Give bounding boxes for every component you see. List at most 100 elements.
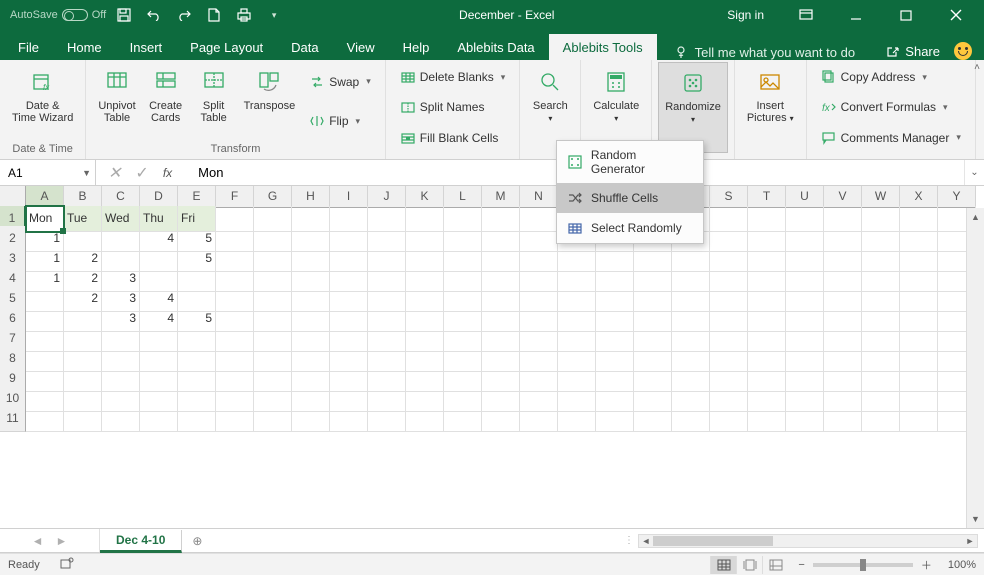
tell-me-search[interactable]: Tell me what you want to do: [675, 45, 855, 60]
cell[interactable]: [482, 406, 520, 432]
close-icon[interactable]: [934, 0, 978, 30]
col-header[interactable]: G: [254, 186, 292, 208]
col-header[interactable]: H: [292, 186, 330, 208]
transpose-button[interactable]: Transpose: [238, 62, 302, 141]
cell[interactable]: [558, 406, 596, 432]
qat-customize-icon[interactable]: ▾: [262, 3, 286, 27]
sign-in-link[interactable]: Sign in: [727, 8, 764, 22]
minimize-icon[interactable]: [834, 0, 878, 30]
cell[interactable]: [26, 406, 64, 432]
col-header[interactable]: Y: [938, 186, 976, 208]
dropdown-shuffle[interactable]: Shuffle Cells: [557, 183, 703, 213]
sheet-nav-next-icon[interactable]: ►: [56, 534, 68, 548]
swap-button[interactable]: Swap: [305, 72, 375, 92]
save-icon[interactable]: [112, 3, 136, 27]
col-header[interactable]: U: [786, 186, 824, 208]
col-header[interactable]: F: [216, 186, 254, 208]
share-button[interactable]: Share: [886, 44, 940, 59]
cell[interactable]: [748, 406, 786, 432]
tab-file[interactable]: File: [4, 34, 53, 60]
cell[interactable]: [330, 406, 368, 432]
col-header[interactable]: M: [482, 186, 520, 208]
col-header[interactable]: B: [64, 186, 102, 208]
fx-icon[interactable]: fx: [163, 166, 172, 180]
cell[interactable]: [254, 406, 292, 432]
cell[interactable]: [178, 406, 216, 432]
scroll-down-icon[interactable]: ▼: [967, 510, 984, 528]
unpivot-button[interactable]: UnpivotTable: [92, 62, 141, 141]
formula-cancel-icon[interactable]: ✕: [108, 163, 121, 183]
worksheet-grid[interactable]: ABCDEFGHIJKLMNOPQRSTUVWXY1MonTueWedThuFr…: [0, 186, 984, 426]
comments-button[interactable]: Comments Manager: [817, 128, 965, 148]
zoom-out-icon[interactable]: −: [798, 559, 804, 571]
fill-blank-button[interactable]: Fill Blank Cells: [396, 128, 510, 148]
col-header[interactable]: K: [406, 186, 444, 208]
flip-button[interactable]: Flip: [305, 111, 375, 131]
scroll-left-icon[interactable]: ◄: [639, 536, 653, 546]
col-header[interactable]: T: [748, 186, 786, 208]
scroll-right-icon[interactable]: ►: [963, 536, 977, 546]
vertical-scrollbar[interactable]: ▲ ▼: [966, 208, 984, 528]
tab-page-layout[interactable]: Page Layout: [176, 34, 277, 60]
split-names-button[interactable]: Split Names: [396, 97, 510, 117]
tab-ablebits-tools[interactable]: Ablebits Tools: [549, 34, 657, 60]
cell[interactable]: [102, 406, 140, 432]
col-header[interactable]: A: [26, 186, 64, 208]
cell[interactable]: [786, 406, 824, 432]
col-header[interactable]: V: [824, 186, 862, 208]
delete-blanks-button[interactable]: Delete Blanks: [396, 67, 510, 87]
name-box-drop-icon[interactable]: ▼: [82, 168, 91, 178]
horizontal-scrollbar[interactable]: ◄ ►: [638, 534, 978, 548]
col-header[interactable]: X: [900, 186, 938, 208]
convert-button[interactable]: fxConvert Formulas: [817, 97, 965, 117]
name-box[interactable]: A1 ▼: [0, 160, 96, 185]
cell[interactable]: [862, 406, 900, 432]
col-header[interactable]: C: [102, 186, 140, 208]
tab-help[interactable]: Help: [389, 34, 444, 60]
calendar-fx-button[interactable]: fxDate &Time Wizard: [6, 62, 79, 141]
col-header[interactable]: N: [520, 186, 558, 208]
tab-view[interactable]: View: [333, 34, 389, 60]
feedback-smiley-icon[interactable]: [954, 42, 972, 60]
select-all-corner[interactable]: [0, 186, 26, 208]
add-sheet-icon[interactable]: ⊕: [182, 534, 212, 548]
view-page-break-icon[interactable]: [762, 556, 788, 574]
ribbon-collapse-icon[interactable]: ˄: [974, 62, 980, 73]
col-header[interactable]: S: [710, 186, 748, 208]
new-file-icon[interactable]: [202, 3, 226, 27]
cell[interactable]: [596, 406, 634, 432]
cell[interactable]: [672, 406, 710, 432]
col-header[interactable]: E: [178, 186, 216, 208]
formula-bar-expand-icon[interactable]: ⌄: [964, 160, 984, 185]
cell[interactable]: [824, 406, 862, 432]
view-page-layout-icon[interactable]: [736, 556, 762, 574]
dropdown-select-random[interactable]: Select Randomly: [557, 213, 703, 243]
split-table-button[interactable]: SplitTable: [190, 62, 238, 141]
formula-enter-icon[interactable]: ✓: [135, 163, 148, 183]
view-normal-icon[interactable]: [710, 556, 736, 574]
maximize-icon[interactable]: [884, 0, 928, 30]
tab-insert[interactable]: Insert: [116, 34, 177, 60]
cell[interactable]: [710, 406, 748, 432]
cell[interactable]: [634, 406, 672, 432]
col-header[interactable]: J: [368, 186, 406, 208]
copy-addr-button[interactable]: Copy Address: [817, 67, 965, 87]
scroll-up-icon[interactable]: ▲: [967, 208, 984, 226]
cell[interactable]: [368, 406, 406, 432]
zoom-in-icon[interactable]: ＋: [921, 557, 932, 573]
sheet-nav-prev-icon[interactable]: ◄: [32, 534, 44, 548]
col-header[interactable]: L: [444, 186, 482, 208]
tab-home[interactable]: Home: [53, 34, 116, 60]
tab-ablebits-data[interactable]: Ablebits Data: [443, 34, 548, 60]
zoom-slider[interactable]: [813, 563, 913, 567]
zoom-level[interactable]: 100%: [948, 559, 976, 571]
cell[interactable]: Mon: [26, 206, 64, 232]
macro-record-icon[interactable]: [60, 557, 74, 572]
col-header[interactable]: W: [862, 186, 900, 208]
col-header[interactable]: I: [330, 186, 368, 208]
cell[interactable]: [64, 406, 102, 432]
col-header[interactable]: D: [140, 186, 178, 208]
pictures-button[interactable]: InsertPictures ▾: [741, 62, 800, 153]
cell[interactable]: [520, 406, 558, 432]
cell[interactable]: [406, 406, 444, 432]
